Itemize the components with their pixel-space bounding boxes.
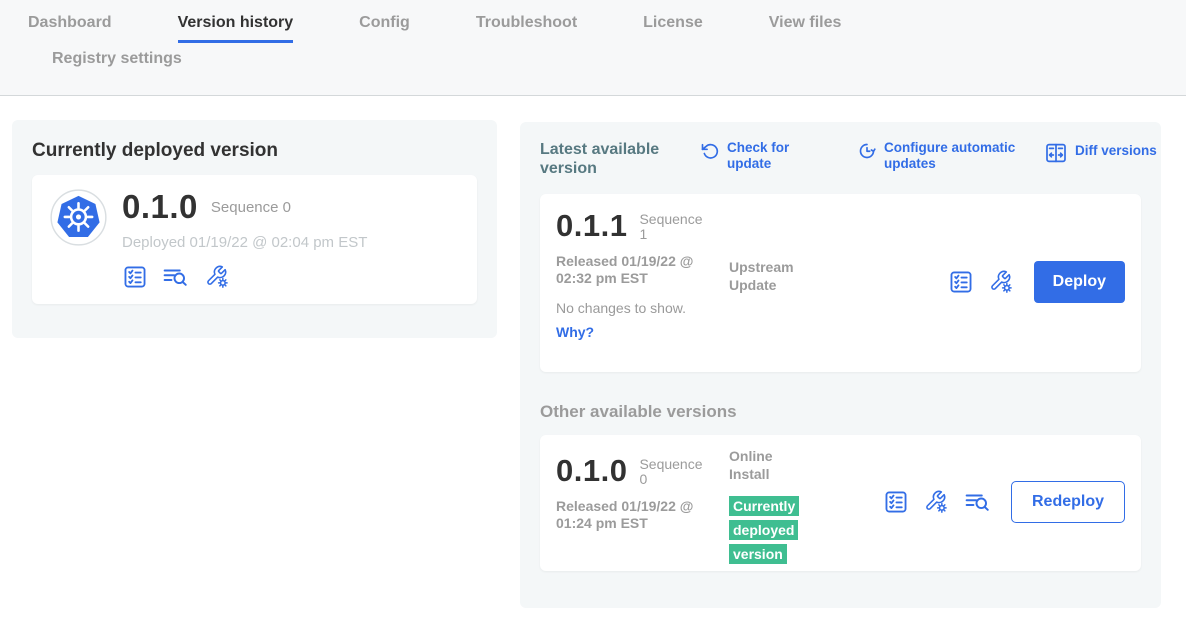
other-source-label: Online Install — [729, 447, 809, 483]
edit-config-icon[interactable] — [923, 489, 949, 515]
tab-license[interactable]: License — [643, 14, 703, 43]
schedule-update-icon — [857, 141, 877, 161]
other-version-card: 0.1.0 Sequence 0 Released 01/19/22 @ 01:… — [540, 435, 1141, 571]
preflight-checks-icon[interactable] — [122, 264, 148, 290]
tab-version-history[interactable]: Version history — [178, 14, 294, 43]
release-notes-icon[interactable] — [963, 489, 993, 515]
nav-row-1: Dashboard Version history Config Trouble… — [0, 0, 1186, 43]
diff-versions-link[interactable]: Diff versions — [1044, 140, 1157, 165]
release-notes-icon[interactable] — [161, 264, 191, 290]
deployed-timestamp: Deployed 01/19/22 @ 02:04 pm EST — [122, 234, 367, 251]
deployed-version-card: 0.1.0 Sequence 0 Deployed 01/19/22 @ 02:… — [32, 175, 477, 304]
latest-sequence-label: Sequence 1 — [639, 208, 711, 242]
currently-deployed-badge: Currently deployed version — [729, 496, 799, 564]
latest-available-panel: Latest available version Check for updat… — [520, 122, 1161, 608]
check-for-update-link[interactable]: Check for update — [700, 140, 805, 172]
latest-version-card: 0.1.1 Sequence 1 Released 01/19/22 @ 02:… — [540, 194, 1141, 372]
edit-config-icon[interactable] — [988, 269, 1014, 295]
kubernetes-logo-icon — [50, 189, 107, 246]
edit-config-icon[interactable] — [204, 264, 230, 290]
latest-available-title: Latest available version — [540, 140, 680, 178]
other-available-versions-title: Other available versions — [540, 402, 1141, 422]
currently-deployed-panel: Currently deployed version 0.1.0 Sequenc… — [12, 120, 497, 338]
tab-config[interactable]: Config — [359, 14, 410, 43]
latest-source-label: Upstream Update — [729, 258, 809, 294]
nav-row-2: Registry settings — [0, 43, 1186, 79]
top-nav: Dashboard Version history Config Trouble… — [0, 0, 1186, 96]
diff-versions-label: Diff versions — [1075, 140, 1157, 159]
tab-view-files[interactable]: View files — [769, 14, 842, 43]
tab-registry-settings[interactable]: Registry settings — [52, 50, 182, 79]
redeploy-button[interactable]: Redeploy — [1011, 481, 1125, 523]
deployed-version-number: 0.1.0 — [122, 189, 198, 225]
configure-automatic-updates-link[interactable]: Configure automatic updates — [857, 140, 1044, 172]
deploy-button[interactable]: Deploy — [1034, 261, 1125, 303]
preflight-checks-icon[interactable] — [883, 489, 909, 515]
why-link[interactable]: Why? — [556, 324, 594, 340]
other-released-timestamp: Released 01/19/22 @ 01:24 pm EST — [556, 498, 728, 532]
latest-released-timestamp: Released 01/19/22 @ 02:32 pm EST — [556, 253, 728, 287]
check-update-icon — [700, 141, 720, 161]
latest-version-number: 0.1.1 — [556, 208, 627, 244]
currently-deployed-title: Currently deployed version — [32, 140, 477, 162]
check-for-update-label: Check for update — [727, 140, 805, 172]
tab-troubleshoot[interactable]: Troubleshoot — [476, 14, 577, 43]
other-version-number: 0.1.0 — [556, 453, 627, 489]
deployed-sequence-label: Sequence 0 — [211, 189, 291, 216]
preflight-checks-icon[interactable] — [948, 269, 974, 295]
diff-versions-icon — [1044, 141, 1068, 165]
tab-dashboard[interactable]: Dashboard — [28, 14, 112, 43]
other-sequence-label: Sequence 0 — [639, 453, 711, 487]
latest-available-header: Latest available version Check for updat… — [540, 140, 1141, 178]
configure-automatic-updates-label: Configure automatic updates — [884, 140, 1044, 172]
